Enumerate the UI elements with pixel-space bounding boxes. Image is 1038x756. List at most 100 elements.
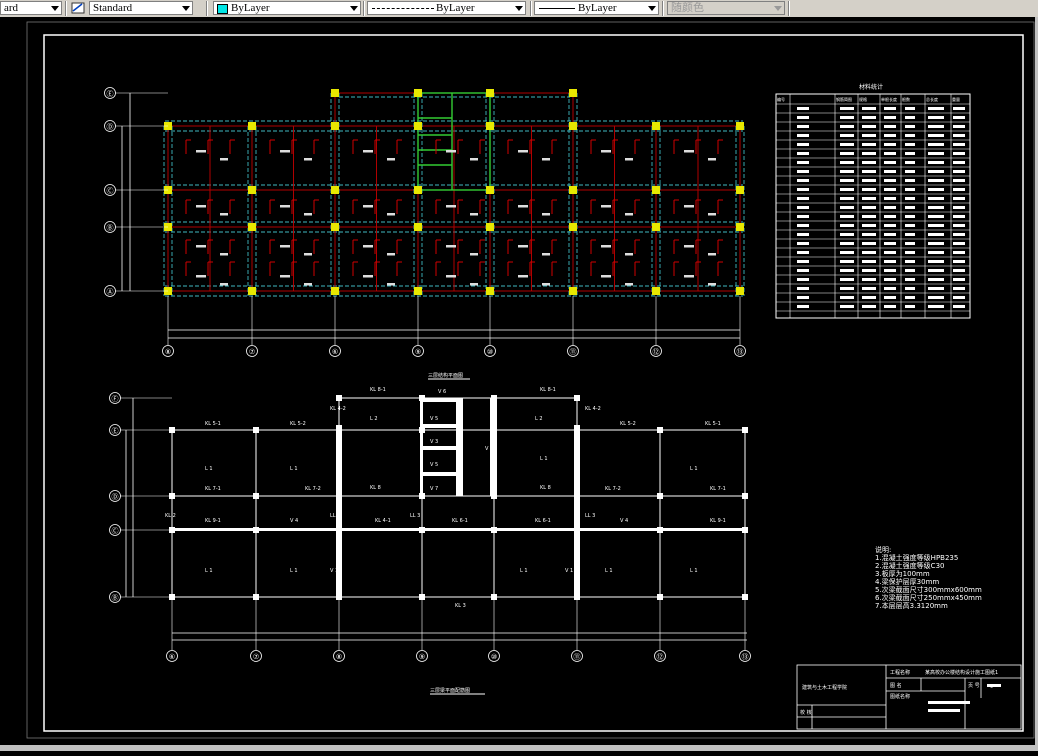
axis-label: ⑩ <box>487 348 493 356</box>
plan-title-bottom: 三层梁平面配筋图 <box>430 687 470 694</box>
beam-label: KL 8-1 <box>370 387 386 393</box>
column-marker <box>491 427 497 433</box>
beam-label: KL 3 <box>455 603 466 609</box>
beam-label: V 5 <box>430 462 438 468</box>
beam-label: KL 7-1 <box>710 486 726 492</box>
properties-toolbar: ard Standard ByLayer ByLayer ByLayer 随颜色 <box>0 0 1038 18</box>
column-marker <box>569 122 577 130</box>
column-marker <box>336 395 342 401</box>
toolbar-separator <box>206 1 208 16</box>
column-marker <box>253 527 259 533</box>
beam-label: L 1 <box>290 466 298 472</box>
column-marker <box>491 493 497 499</box>
cad-drawing[interactable]: ⑧ ⑦ ⑥ ⑨ ⑩ ⑪ ⑫ ⑬ Ⓔ Ⓓ Ⓒ Ⓑ Ⓐ 三层结构平面图 材料统计 编号 钢筋简图 规格 单根长度根… <box>0 17 1038 751</box>
chevron-down-icon[interactable] <box>51 6 59 11</box>
plan-title-top: 三层结构平面图 <box>428 372 463 379</box>
column-marker <box>574 395 580 401</box>
dimension-style-combo[interactable]: Standard <box>89 1 193 15</box>
column-marker <box>657 427 663 433</box>
beam-label: KL 4-2 <box>585 406 601 412</box>
row-label: Ⓕ <box>112 395 119 403</box>
linetype-combo[interactable]: ByLayer <box>367 1 526 15</box>
beam-label: L 1 <box>605 568 613 574</box>
beam-label: KL 5-2 <box>620 421 636 427</box>
beam-label: KL 9-1 <box>205 518 221 524</box>
note-line: 5.次梁截面尺寸300mmx600mm <box>875 585 982 594</box>
column-marker <box>652 287 660 295</box>
column-marker <box>248 287 256 295</box>
text-style-combo[interactable]: ard <box>0 1 62 15</box>
color-swatch <box>217 4 228 14</box>
column-marker <box>657 527 663 533</box>
beam-label: L 1 <box>290 568 298 574</box>
beam-label: LL 3 <box>585 513 595 519</box>
column-marker <box>657 594 663 600</box>
beam-label: V 2 <box>485 446 493 452</box>
column-marker <box>491 395 497 401</box>
column-marker <box>253 427 259 433</box>
beam-label: KL 6-1 <box>452 518 468 524</box>
beam-label: KL 8 <box>540 485 551 491</box>
horizontal-scrollbar[interactable] <box>0 745 1038 751</box>
column-marker <box>248 186 256 194</box>
plot-style-value: 随颜色 <box>671 2 704 14</box>
beam-label: V 6 <box>438 389 446 395</box>
dimension-style-value: Standard <box>93 2 133 14</box>
beam-label: KL 5-2 <box>290 421 306 427</box>
axis-label: ⑧ <box>165 348 171 356</box>
column-marker <box>331 287 339 295</box>
column-marker <box>331 89 339 97</box>
column-marker <box>414 122 422 130</box>
row-label: Ⓓ <box>107 123 114 131</box>
beam-label: LL 3 <box>330 513 340 519</box>
column-marker <box>742 493 748 499</box>
beam-label: V 3 <box>430 439 438 445</box>
column-marker <box>652 223 660 231</box>
drawing-canvas[interactable]: ⑧ ⑦ ⑥ ⑨ ⑩ ⑪ ⑫ ⑬ Ⓔ Ⓓ Ⓒ Ⓑ Ⓐ 三层结构平面图 材料统计 编号 钢筋简图 规格 单根长度根… <box>0 17 1038 751</box>
dashed-line-preview <box>372 8 434 9</box>
table-header: 总长度 <box>926 96 938 102</box>
lineweight-combo[interactable]: ByLayer <box>534 1 659 15</box>
color-combo[interactable]: ByLayer <box>213 1 361 15</box>
beam-label: LL 3 <box>410 513 420 519</box>
row-label: Ⓔ <box>107 90 114 98</box>
column-marker <box>657 493 663 499</box>
column-marker <box>569 89 577 97</box>
column-marker <box>486 186 494 194</box>
title-label: 图 名 <box>890 682 902 689</box>
beam-label: L 1 <box>205 568 213 574</box>
beam-label: KL 6-1 <box>535 518 551 524</box>
text-style-value: ard <box>4 2 19 14</box>
row-label: Ⓐ <box>107 288 114 296</box>
beam-label: V 7 <box>430 486 438 492</box>
column-marker <box>491 594 497 600</box>
beam-label: L 1 <box>520 568 528 574</box>
axis-label: ⑫ <box>653 348 660 356</box>
table-header: 钢筋简图 <box>836 96 852 102</box>
beam-label: L 1 <box>690 568 698 574</box>
row-label: Ⓔ <box>112 427 119 435</box>
column-marker <box>742 527 748 533</box>
page-label: 页 号 <box>968 683 980 689</box>
axis-label: ⑪ <box>574 653 581 661</box>
beam-label: L 1 <box>690 466 698 472</box>
dimension-style-icon[interactable] <box>71 2 85 14</box>
school-name: 建筑与土木工程学院 <box>802 684 847 691</box>
note-line: 1.混凝土强度等级HPB235 <box>875 553 958 562</box>
table-header: 单根长度 <box>881 96 897 102</box>
chevron-down-icon[interactable] <box>182 6 190 11</box>
chevron-down-icon[interactable] <box>648 6 656 11</box>
column-marker <box>486 287 494 295</box>
toolbar-separator <box>363 1 365 16</box>
chevron-down-icon[interactable] <box>515 6 523 11</box>
column-marker <box>736 287 744 295</box>
chevron-down-icon[interactable] <box>350 6 358 11</box>
beam-label: KL 7-1 <box>205 486 221 492</box>
column-marker <box>414 287 422 295</box>
column-marker <box>253 594 259 600</box>
beam-label: V 1 <box>330 568 338 574</box>
column-marker <box>736 122 744 130</box>
beam-label: V 1 <box>565 568 573 574</box>
notes-heading: 说明: <box>875 545 891 554</box>
axis-label: ⑫ <box>657 653 664 661</box>
